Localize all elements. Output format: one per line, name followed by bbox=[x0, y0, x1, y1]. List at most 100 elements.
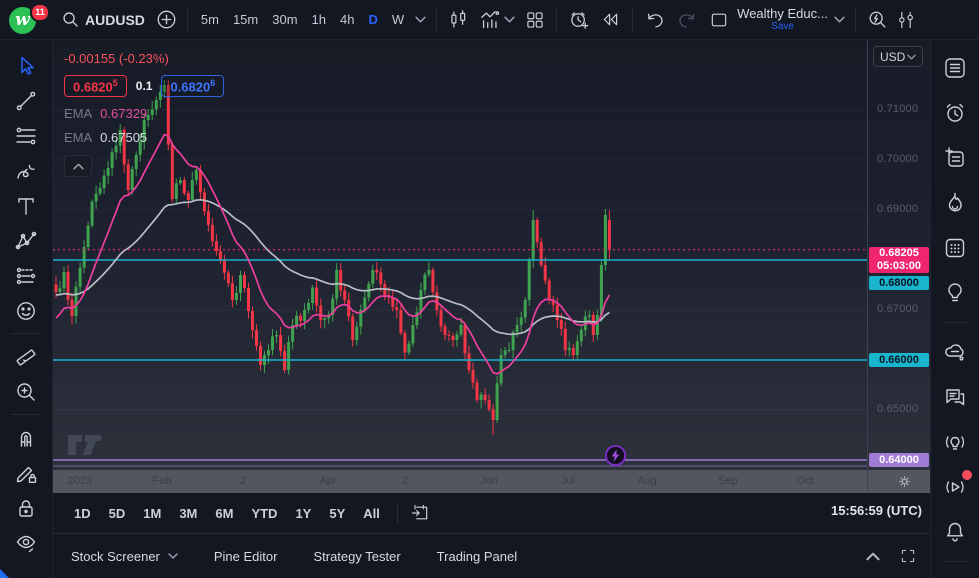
lightning-event-badge[interactable] bbox=[604, 444, 627, 467]
ema-fast-legend[interactable]: EMA 0.67329 bbox=[64, 106, 224, 121]
layout-select-button[interactable] bbox=[703, 6, 735, 34]
alert-clock-icon bbox=[568, 9, 590, 31]
save-layout-link[interactable]: Save bbox=[771, 20, 794, 33]
symbol-search-button[interactable]: AUDUSD bbox=[55, 6, 152, 34]
lock-all-drawings-button[interactable] bbox=[7, 490, 45, 525]
interval-30m[interactable]: 30m bbox=[265, 7, 304, 33]
bid-price-box[interactable]: 0.68205 bbox=[64, 75, 127, 97]
chart-style-button[interactable] bbox=[443, 6, 474, 34]
streams-button[interactable] bbox=[937, 469, 973, 505]
pencil-lock-icon bbox=[14, 461, 38, 485]
chat-button[interactable] bbox=[937, 379, 973, 415]
forecast-icon bbox=[14, 264, 38, 288]
zoom-in-tool-button[interactable] bbox=[7, 374, 45, 409]
range-all[interactable]: All bbox=[354, 503, 389, 524]
range-3m[interactable]: 3M bbox=[170, 503, 206, 524]
range-5d[interactable]: 5D bbox=[100, 503, 135, 524]
range-6m[interactable]: 6M bbox=[206, 503, 242, 524]
hide-all-drawings-button[interactable] bbox=[7, 525, 45, 560]
interval-1h[interactable]: 1h bbox=[305, 7, 333, 33]
range-1y[interactable]: 1Y bbox=[286, 503, 320, 524]
goto-date-button[interactable] bbox=[406, 501, 434, 525]
news-button[interactable] bbox=[937, 140, 973, 176]
gear-icon bbox=[897, 474, 912, 489]
range-1m[interactable]: 1M bbox=[134, 503, 170, 524]
range-5y[interactable]: 5Y bbox=[320, 503, 354, 524]
interval-W[interactable]: W bbox=[385, 7, 411, 33]
watchlist-icon bbox=[942, 55, 968, 81]
interval-15m[interactable]: 15m bbox=[226, 7, 265, 33]
chevron-down-icon[interactable] bbox=[504, 16, 515, 23]
stay-drawing-mode-button[interactable] bbox=[7, 455, 45, 490]
redo-button[interactable] bbox=[671, 6, 703, 34]
indicators-button[interactable] bbox=[474, 6, 520, 34]
alerts-button[interactable] bbox=[937, 95, 973, 131]
bar-replay-button[interactable] bbox=[595, 6, 626, 34]
compare-add-button[interactable] bbox=[152, 6, 181, 34]
hotlists-button[interactable] bbox=[937, 185, 973, 221]
emoji-tool-button[interactable] bbox=[7, 293, 45, 328]
brush-tool-button[interactable] bbox=[7, 153, 45, 188]
interval-D[interactable]: D bbox=[361, 7, 384, 33]
price-tick: 0.67000 bbox=[877, 303, 918, 315]
plus-circle-icon bbox=[156, 9, 177, 30]
more-panel-button[interactable] bbox=[937, 573, 973, 578]
measure-tool-button[interactable] bbox=[7, 339, 45, 374]
minds-button[interactable] bbox=[937, 334, 973, 370]
panel-tab-strategy-tester[interactable]: Strategy Tester bbox=[313, 549, 400, 564]
time-tick: Aug bbox=[637, 475, 657, 487]
tradingview-logo[interactable]: w 11 bbox=[9, 4, 47, 36]
calendar-goto-icon bbox=[410, 503, 430, 523]
time-axis[interactable]: 2023Feb2Apr2JunJulAugSepOct bbox=[53, 470, 930, 493]
toolbar-divider bbox=[11, 414, 41, 415]
panel-tab-stock-screener[interactable]: Stock Screener bbox=[71, 549, 178, 564]
cursor-tool-button[interactable] bbox=[7, 48, 45, 83]
clock-utc-label[interactable]: 15:56:59 (UTC) bbox=[831, 503, 922, 518]
price-axis[interactable]: USD 0.710000.700000.690000.670000.65000 … bbox=[867, 40, 930, 470]
ask-price-box[interactable]: 0.68206 bbox=[161, 75, 224, 97]
fib-retracement-tool-button[interactable] bbox=[7, 118, 45, 153]
ideas-button[interactable] bbox=[937, 275, 973, 311]
range-1d[interactable]: 1D bbox=[65, 503, 100, 524]
panel-collapse-button[interactable] bbox=[866, 552, 880, 561]
panel-tab-pine-editor[interactable]: Pine Editor bbox=[214, 549, 278, 564]
chart-properties-button[interactable] bbox=[894, 6, 918, 34]
panel-tab-trading-panel[interactable]: Trading Panel bbox=[437, 549, 517, 564]
ema-slow-legend[interactable]: EMA 0.67505 bbox=[64, 130, 224, 145]
pattern-tool-button[interactable] bbox=[7, 223, 45, 258]
thought-cloud-icon bbox=[942, 339, 968, 365]
interval-5m[interactable]: 5m bbox=[194, 7, 226, 33]
legend-collapse-button[interactable] bbox=[64, 155, 92, 177]
quick-search-button[interactable] bbox=[862, 6, 894, 34]
xabcd-pattern-icon bbox=[14, 229, 38, 253]
layout-grid-button[interactable] bbox=[520, 6, 550, 34]
currency-selector[interactable]: USD bbox=[873, 46, 923, 67]
panel-maximize-button[interactable] bbox=[900, 548, 916, 564]
interval-4h[interactable]: 4h bbox=[333, 7, 361, 33]
range-group: 1D5D1M3M6MYTD1Y5YAll bbox=[65, 503, 389, 524]
live-ideas-button[interactable] bbox=[937, 424, 973, 460]
undo-button[interactable] bbox=[639, 6, 671, 34]
forecast-tool-button[interactable] bbox=[7, 258, 45, 293]
notifications-button[interactable] bbox=[937, 514, 973, 550]
grid-layout-icon bbox=[525, 10, 545, 30]
chart-pane[interactable]: -0.00155 (-0.23%) 0.68205 0.1 0.68206 EM… bbox=[53, 40, 930, 470]
layout-name-button[interactable]: Wealthy Educ... Save bbox=[737, 7, 828, 33]
flame-icon bbox=[942, 190, 968, 216]
toolbar-separator bbox=[436, 9, 437, 31]
interval-menu-button[interactable] bbox=[411, 6, 430, 34]
level-price-label: 0.66000 bbox=[869, 353, 929, 367]
trend-line-tool-button[interactable] bbox=[7, 83, 45, 118]
ema-slow-value: 0.67505 bbox=[100, 130, 147, 145]
calendar-button[interactable] bbox=[937, 230, 973, 266]
toolbar-separator bbox=[855, 9, 856, 31]
axis-settings-button[interactable] bbox=[897, 474, 912, 489]
layout-menu-button[interactable] bbox=[830, 6, 849, 34]
text-tool-button[interactable] bbox=[7, 188, 45, 223]
time-tick: Sep bbox=[718, 475, 738, 487]
watchlist-button[interactable] bbox=[937, 50, 973, 86]
magnet-mode-button[interactable] bbox=[7, 420, 45, 455]
range-toolbar: 1D5D1M3M6MYTD1Y5YAll 15:56:59 (UTC) bbox=[53, 493, 930, 533]
create-alert-button[interactable] bbox=[563, 6, 595, 34]
range-ytd[interactable]: YTD bbox=[242, 503, 286, 524]
